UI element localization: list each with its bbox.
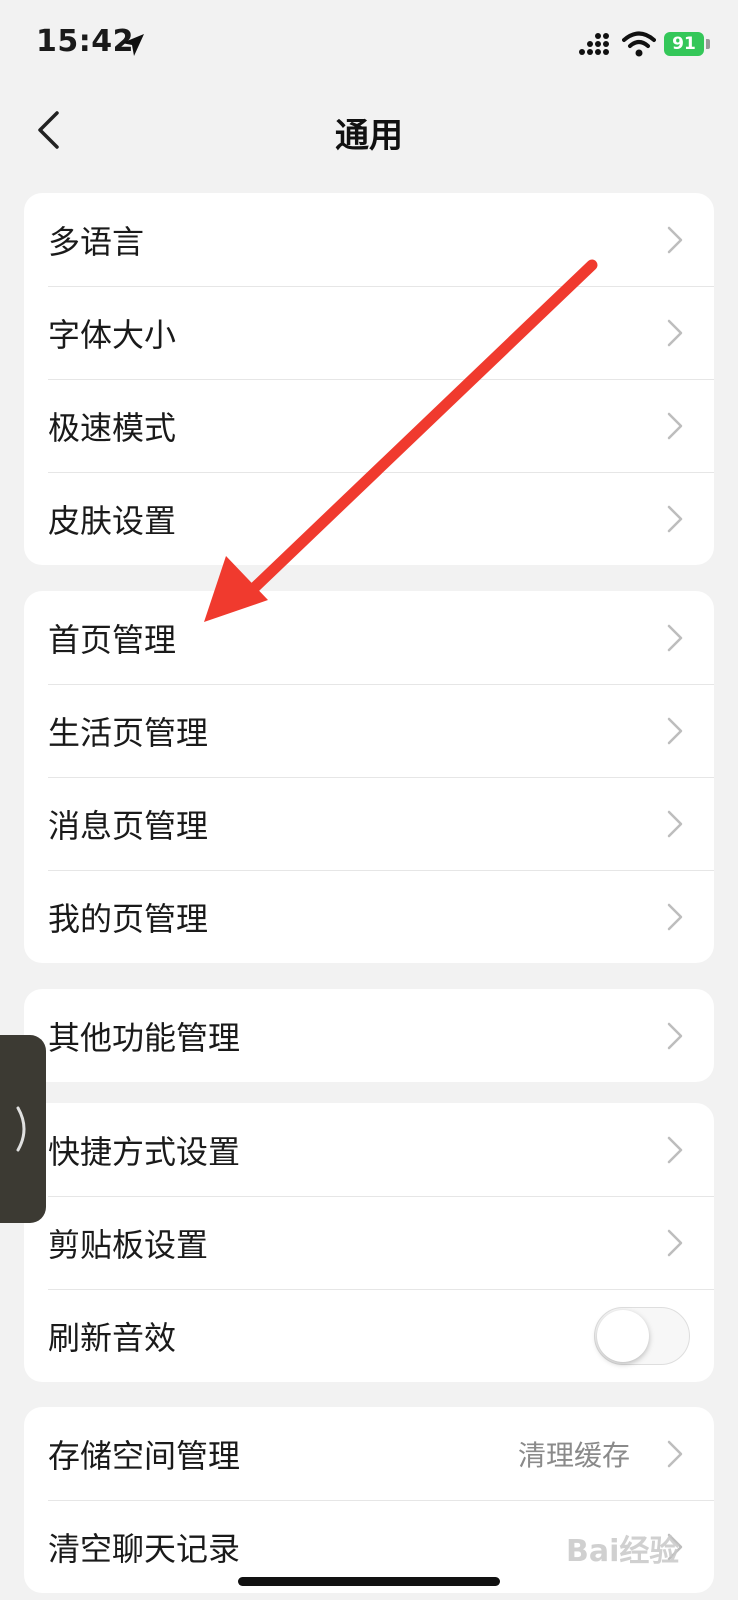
- settings-item-skin[interactable]: 皮肤设置: [24, 472, 714, 565]
- signal-icon: [579, 33, 609, 55]
- settings-item-label: 消息页管理: [48, 806, 209, 845]
- chevron-right-icon: [16, 1106, 26, 1152]
- watermark-logo: Bai经验: [566, 1534, 680, 1569]
- settings-item-font-size[interactable]: 字体大小: [24, 286, 714, 379]
- chevron-right-icon: [667, 624, 683, 652]
- page-title: 通用: [335, 116, 403, 156]
- settings-item-life-page[interactable]: 生活页管理: [24, 684, 714, 777]
- floating-side-handle[interactable]: [0, 1035, 46, 1223]
- settings-group-shortcuts: 快捷方式设置 剪贴板设置 刷新音效: [24, 1103, 714, 1382]
- chevron-right-icon: [667, 1136, 683, 1164]
- chevron-right-icon: [667, 412, 683, 440]
- battery-nub: [706, 39, 710, 49]
- settings-item-label: 其他功能管理: [48, 1018, 241, 1057]
- settings-group-other: 其他功能管理: [24, 989, 714, 1082]
- chevron-right-icon: [667, 226, 683, 254]
- settings-item-label: 字体大小: [48, 315, 177, 354]
- settings-item-my-page[interactable]: 我的页管理: [24, 870, 714, 963]
- settings-item-message-page[interactable]: 消息页管理: [24, 777, 714, 870]
- settings-item-label: 生活页管理: [48, 713, 209, 752]
- chevron-right-icon: [667, 810, 683, 838]
- chevron-right-icon: [667, 1440, 683, 1468]
- chevron-right-icon: [667, 319, 683, 347]
- chevron-right-icon: [667, 1022, 683, 1050]
- chevron-right-icon: [667, 1229, 683, 1257]
- settings-group-display: 多语言 字体大小 极速模式 皮肤设置: [24, 193, 714, 565]
- settings-item-home-page[interactable]: 首页管理: [24, 591, 714, 684]
- settings-item-clipboard[interactable]: 剪贴板设置: [24, 1196, 714, 1289]
- settings-item-speed-mode[interactable]: 极速模式: [24, 379, 714, 472]
- settings-item-label: 清空聊天记录: [48, 1529, 241, 1568]
- chevron-right-icon: [667, 903, 683, 931]
- battery-indicator: 91: [664, 32, 704, 56]
- home-indicator: [238, 1577, 500, 1586]
- settings-item-label: 快捷方式设置: [48, 1132, 241, 1171]
- settings-group-pages: 首页管理 生活页管理 消息页管理 我的页管理: [24, 591, 714, 963]
- settings-item-shortcuts[interactable]: 快捷方式设置: [24, 1103, 714, 1196]
- settings-item-label: 剪贴板设置: [48, 1225, 209, 1264]
- wifi-icon: [622, 31, 656, 57]
- toggle-knob: [597, 1310, 649, 1362]
- settings-item-label: 极速模式: [48, 408, 177, 447]
- settings-item-language[interactable]: 多语言: [24, 193, 714, 286]
- settings-item-refresh-sound: 刷新音效: [24, 1289, 714, 1382]
- settings-item-label: 我的页管理: [48, 899, 209, 938]
- storage-clear-cache-value: 清理缓存: [517, 1438, 630, 1472]
- settings-item-label: 多语言: [48, 222, 145, 261]
- settings-item-label: 刷新音效: [48, 1318, 177, 1357]
- nav-bar: 通用: [0, 90, 738, 170]
- location-arrow-icon: [122, 34, 144, 56]
- settings-item-label: 存储空间管理: [48, 1436, 241, 1475]
- chevron-right-icon: [667, 505, 683, 533]
- settings-item-storage[interactable]: 存储空间管理 清理缓存: [24, 1407, 714, 1500]
- settings-item-label: 皮肤设置: [48, 501, 177, 540]
- status-bar: 15:42 91: [0, 0, 738, 90]
- settings-item-label: 首页管理: [48, 620, 177, 659]
- refresh-sound-toggle[interactable]: [594, 1307, 690, 1365]
- chevron-right-icon: [667, 717, 683, 745]
- settings-item-other-functions[interactable]: 其他功能管理: [24, 989, 714, 1082]
